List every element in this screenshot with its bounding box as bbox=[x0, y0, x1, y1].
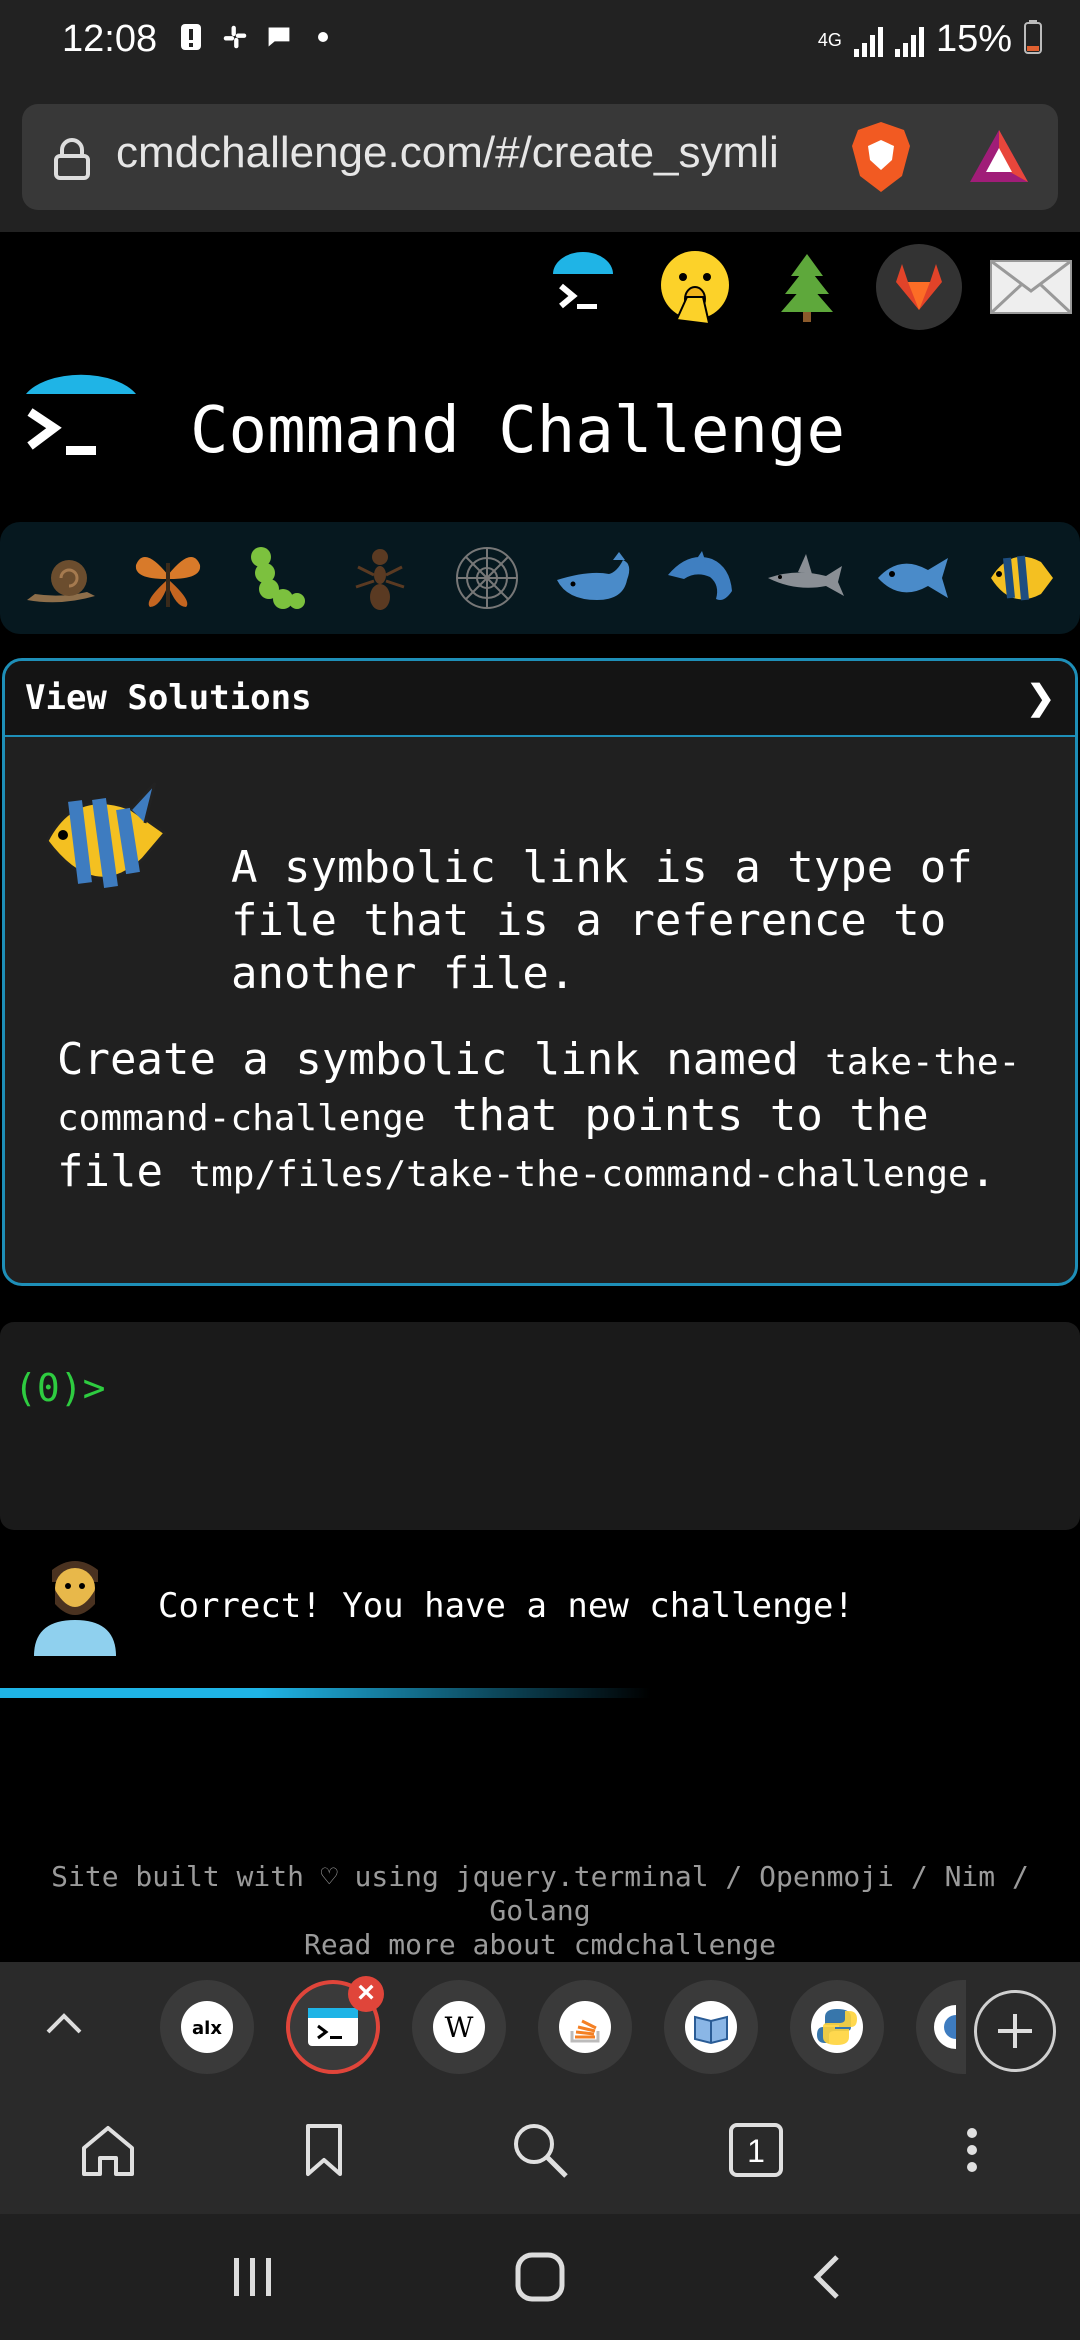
battery-icon bbox=[1024, 20, 1042, 59]
battery-text: 15% bbox=[935, 18, 1012, 60]
brave-shields-icon[interactable] bbox=[848, 120, 914, 199]
tab-count: 1 bbox=[747, 2132, 765, 2169]
url-text[interactable]: cmdchallenge.com/#/create_symli bbox=[116, 128, 856, 178]
gitlab-icon[interactable] bbox=[876, 244, 962, 330]
challenge-card: View Solutions ❯ A symbolic link is a ty… bbox=[2, 658, 1078, 1286]
terminal-logo-icon[interactable] bbox=[540, 244, 626, 330]
partial-tab[interactable] bbox=[916, 1980, 966, 2074]
challenge-task: Create a symbolic link named take-the-co… bbox=[57, 1033, 1057, 1201]
task-text-3: . bbox=[969, 1146, 997, 1197]
alert-icon bbox=[178, 22, 204, 52]
status-time: 12:08 bbox=[62, 18, 158, 60]
caterpillar-icon[interactable] bbox=[231, 535, 317, 621]
spider-web-icon[interactable] bbox=[444, 535, 530, 621]
cmdchallenge-tab[interactable]: × bbox=[286, 1976, 384, 2074]
terminal-input[interactable]: (0)> bbox=[0, 1322, 1080, 1530]
browser-toolbar: 1 bbox=[0, 2086, 1080, 2214]
dot-icon bbox=[310, 22, 336, 52]
tab-strip: alx × W bbox=[0, 1962, 1080, 2086]
lock-icon[interactable] bbox=[52, 138, 92, 185]
home-icon[interactable] bbox=[68, 2110, 148, 2190]
python-tab[interactable] bbox=[790, 1980, 884, 2074]
alx-tab[interactable]: alx bbox=[160, 1980, 254, 2074]
svg-text:alx: alx bbox=[192, 2018, 222, 2039]
chevron-up-icon[interactable] bbox=[36, 1996, 92, 2057]
close-icon[interactable]: × bbox=[348, 1976, 384, 2012]
chevron-right-icon: ❯ bbox=[1026, 679, 1056, 717]
bat-rewards-icon[interactable] bbox=[966, 126, 1032, 191]
task-text-1: Create a symbolic link named bbox=[57, 1034, 826, 1085]
face-hand-emoji-icon[interactable] bbox=[652, 244, 738, 330]
ant-icon[interactable] bbox=[337, 535, 423, 621]
shark-icon[interactable] bbox=[763, 535, 849, 621]
system-nav-bar bbox=[0, 2214, 1080, 2340]
home-button-icon[interactable] bbox=[495, 2232, 585, 2322]
footer-about-link[interactable]: Read more about cmdchallenge bbox=[0, 1928, 1080, 1962]
notification-icons bbox=[178, 22, 336, 52]
stackoverflow-tab[interactable] bbox=[538, 1980, 632, 2074]
status-bar: 12:08 4G 15% bbox=[0, 0, 1080, 84]
url-field[interactable]: cmdchallenge.com/#/create_symli bbox=[22, 104, 1058, 210]
page-title: Command Challenge bbox=[190, 394, 846, 468]
view-solutions-label: View Solutions bbox=[25, 678, 312, 718]
dolphin-icon[interactable] bbox=[657, 535, 743, 621]
browser-address-bar: cmdchallenge.com/#/create_symli bbox=[0, 84, 1080, 232]
wikipedia-tab[interactable]: W bbox=[412, 1980, 506, 2074]
fish-icon[interactable] bbox=[869, 535, 955, 621]
search-icon[interactable] bbox=[500, 2110, 580, 2190]
footer-credits: Site built with ♡ using jquery.terminal … bbox=[51, 1860, 1029, 1927]
signal-icon-2 bbox=[894, 23, 924, 57]
task-code-target: tmp/files/take-the-command-challenge bbox=[189, 1154, 970, 1195]
network-label: 4G bbox=[817, 29, 842, 50]
feedback-row: Correct! You have a new challenge! bbox=[30, 1548, 1070, 1668]
mail-icon[interactable] bbox=[988, 244, 1074, 330]
avatar bbox=[30, 1548, 120, 1663]
signal-icon bbox=[853, 23, 883, 57]
challenge-description: A symbolic link is a type of file that i… bbox=[231, 842, 973, 999]
new-tab-button[interactable] bbox=[974, 1990, 1056, 2072]
progress-bar bbox=[0, 1688, 650, 1698]
header-links bbox=[540, 232, 1080, 342]
open-tabs: alx × W bbox=[160, 1976, 966, 2074]
tropical-fish-illustration bbox=[35, 779, 175, 914]
snail-icon[interactable] bbox=[18, 535, 104, 621]
footer: Site built with ♡ using jquery.terminal … bbox=[0, 1860, 1080, 1962]
site-logo bbox=[22, 362, 152, 487]
butterfly-icon[interactable] bbox=[125, 535, 211, 621]
tropical-fish-icon[interactable] bbox=[976, 535, 1062, 621]
back-icon[interactable] bbox=[782, 2232, 872, 2322]
tree-icon[interactable] bbox=[764, 244, 850, 330]
recent-apps-icon[interactable] bbox=[208, 2232, 298, 2322]
status-right: 4G 15% bbox=[818, 18, 1042, 61]
view-solutions-toggle[interactable]: View Solutions ❯ bbox=[5, 661, 1075, 737]
feedback-message: Correct! You have a new challenge! bbox=[158, 1586, 854, 1626]
challenge-progress-animals bbox=[0, 522, 1080, 634]
book-tab[interactable] bbox=[664, 1980, 758, 2074]
more-menu-icon[interactable] bbox=[932, 2110, 1012, 2190]
bookmark-icon[interactable] bbox=[284, 2110, 364, 2190]
whale-icon[interactable] bbox=[550, 535, 636, 621]
page-content: Command Challenge View Solutions ❯ A sym… bbox=[0, 232, 1080, 1962]
terminal-prompt: (0)> bbox=[14, 1366, 106, 1410]
slack-icon bbox=[222, 22, 248, 52]
plus-icon bbox=[998, 2014, 1032, 2048]
message-icon bbox=[266, 22, 292, 52]
tabs-button[interactable]: 1 bbox=[716, 2110, 796, 2190]
svg-text:W: W bbox=[445, 2011, 474, 2044]
